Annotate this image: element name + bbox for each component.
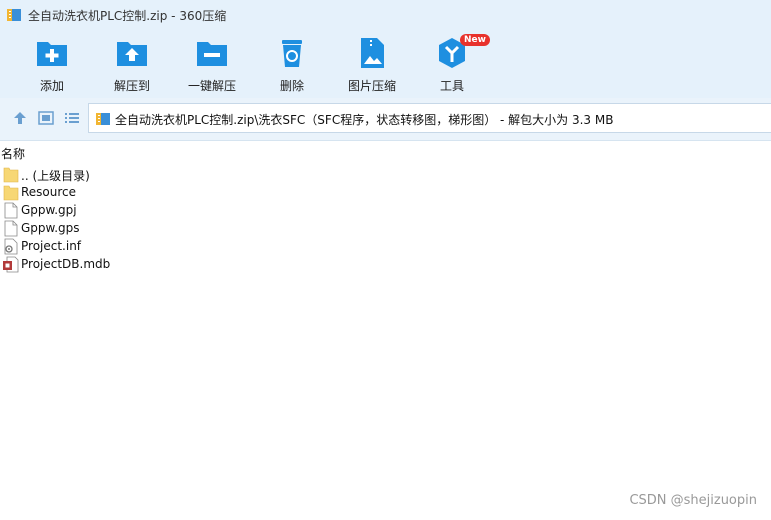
delete-button[interactable]: 删除	[247, 36, 337, 94]
list-item[interactable]: Gppw.gps	[3, 220, 303, 238]
extract-to-button[interactable]: 解压到	[87, 36, 177, 94]
up-arrow-icon[interactable]	[12, 110, 28, 126]
file-name: ProjectDB.mdb	[21, 257, 111, 271]
new-badge: New	[460, 34, 490, 46]
window-title: 全自动洗衣机PLC控制.zip - 360压缩	[28, 9, 227, 23]
title-bar: 全自动洗衣机PLC控制.zip - 360压缩	[0, 0, 771, 30]
database-file-icon	[3, 256, 19, 273]
config-file-icon	[4, 238, 18, 255]
list-item[interactable]: Gppw.gpj	[3, 202, 303, 220]
list-item[interactable]: Project.inf	[3, 238, 303, 256]
blank-file-icon	[4, 202, 18, 219]
list-item[interactable]: Resource	[3, 184, 303, 202]
address-path: 全自动洗衣机PLC控制.zip\洗衣SFC（SFC程序，状态转移图，梯形图） -…	[115, 113, 614, 127]
add-button[interactable]: 添加	[7, 36, 97, 94]
one-click-extract-button[interactable]: 一键解压	[167, 36, 257, 94]
one-click-extract-icon	[197, 42, 227, 66]
image-compress-button[interactable]: 图片压缩	[327, 36, 417, 94]
tools-button-label: 工具	[439, 79, 464, 93]
file-name: Project.inf	[21, 239, 82, 253]
delete-button-label: 删除	[279, 79, 304, 93]
extract-folder-icon	[117, 42, 147, 66]
address-bar: 全自动洗衣机PLC控制.zip\洗衣SFC（SFC程序，状态转移图，梯形图） -…	[0, 98, 771, 141]
column-name-header[interactable]: 名称	[1, 145, 25, 162]
image-compress-icon	[361, 38, 384, 68]
delete-bin-icon	[282, 40, 302, 67]
blank-file-icon	[4, 220, 18, 237]
add-folder-icon	[37, 42, 67, 66]
column-header: 名称	[0, 143, 771, 161]
list-view-icon[interactable]	[64, 110, 80, 126]
tools-button[interactable]: New 工具	[407, 34, 497, 94]
thumbnail-view-icon[interactable]	[38, 110, 54, 126]
file-name: Gppw.gps	[21, 221, 80, 235]
file-name: Gppw.gpj	[21, 203, 77, 217]
watermark: CSDN @shejizuopin	[629, 493, 757, 508]
folder-icon	[3, 167, 19, 183]
add-button-label: 添加	[39, 79, 64, 93]
toolbar: 添加 解压到 一键解压 删除 图片压缩 New 工具	[0, 30, 771, 98]
extract-to-button-label: 解压到	[113, 79, 150, 93]
file-name: .. (上级目录)	[21, 169, 90, 183]
file-name: Resource	[21, 185, 77, 199]
zip-archive-icon	[7, 9, 21, 21]
zip-archive-icon	[96, 113, 110, 125]
list-item[interactable]: .. (上级目录)	[3, 166, 303, 184]
one-click-extract-button-label: 一键解压	[187, 79, 236, 93]
address-field[interactable]: 全自动洗衣机PLC控制.zip\洗衣SFC（SFC程序，状态转移图，梯形图） -…	[88, 103, 771, 133]
image-compress-button-label: 图片压缩	[347, 79, 396, 93]
list-item[interactable]: ProjectDB.mdb	[3, 256, 303, 274]
folder-icon	[3, 185, 19, 201]
